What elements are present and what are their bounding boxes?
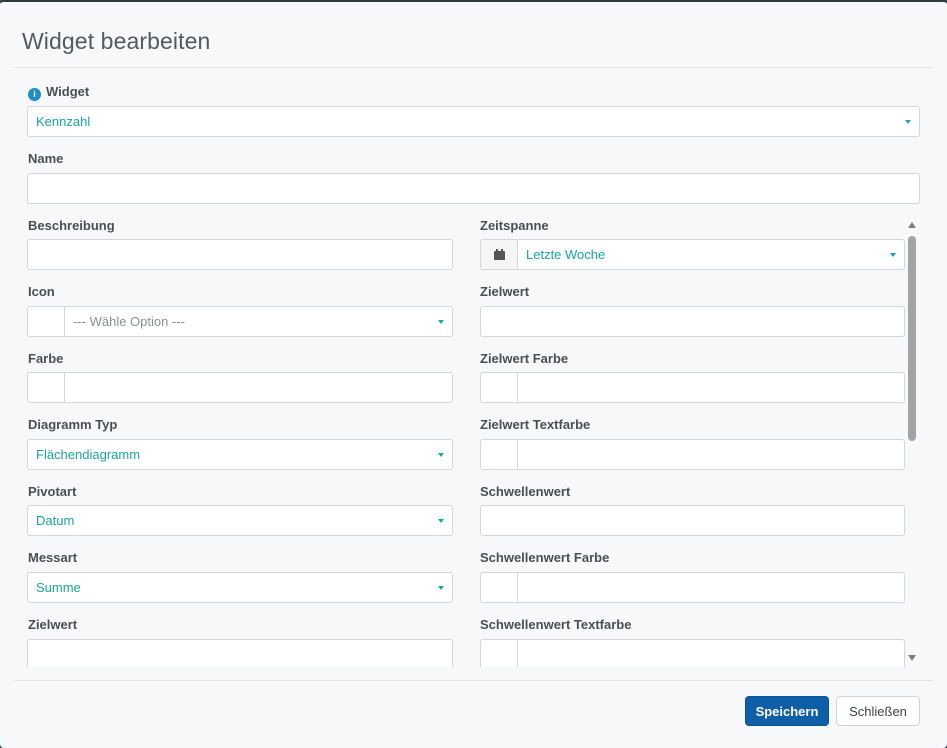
schwellenwert-input[interactable]	[480, 505, 905, 536]
zeitspanne-value: Letzte Woche	[526, 247, 606, 262]
info-icon[interactable]: i	[28, 88, 41, 101]
scrollbar-thumb[interactable]	[908, 236, 916, 441]
pivotart-value: Datum	[36, 513, 75, 528]
widget-select[interactable]: Kennzahl	[27, 106, 920, 137]
diagramm-typ-value: Flächendiagramm	[36, 447, 141, 462]
schwellenwert-label: Schwellenwert	[480, 484, 571, 499]
widget-label: i Widget	[28, 84, 89, 101]
farbe-label: Farbe	[28, 351, 64, 366]
beschreibung-input[interactable]	[27, 239, 453, 270]
messart-label: Messart	[28, 550, 78, 565]
pivotart-label: Pivotart	[28, 484, 77, 499]
chevron-down-icon	[438, 585, 444, 590]
zielwert-textfarbe-swatch[interactable]	[481, 440, 518, 469]
name-input[interactable]	[27, 173, 920, 204]
messart-value: Summe	[36, 580, 81, 595]
beschreibung-label: Beschreibung	[28, 218, 115, 233]
icon-preview	[28, 307, 65, 336]
zielwert-textfarbe-input[interactable]	[480, 439, 905, 470]
widget-label-text: Widget	[46, 84, 90, 99]
dialog-title: Widget bearbeiten	[22, 28, 211, 54]
name-label: Name	[28, 151, 64, 166]
dialog-body: i Widget Kennzahl Name Beschreibung Icon …	[27, 69, 920, 667]
schwellenwert-textfarbe-label: Schwellenwert Textfarbe	[480, 617, 632, 632]
schwellenwert-farbe-label: Schwellenwert Farbe	[480, 550, 610, 565]
chevron-down-icon	[438, 452, 444, 457]
zielwert-farbe-label: Zielwert Farbe	[480, 351, 569, 366]
zielwert-textfarbe-label: Zielwert Textfarbe	[480, 417, 591, 432]
calendar-icon	[481, 240, 518, 269]
schwellenwert-farbe-input[interactable]	[480, 572, 905, 603]
close-button[interactable]: Schließen	[836, 696, 920, 726]
schwellenwert-textfarbe-input[interactable]	[480, 639, 905, 667]
pivotart-select[interactable]: Datum	[27, 505, 453, 536]
scroll-down-arrow-icon[interactable]	[908, 655, 916, 661]
diagramm-typ-label: Diagramm Typ	[28, 417, 118, 432]
zielwert-farbe-input[interactable]	[480, 372, 905, 403]
chevron-down-icon	[890, 252, 896, 257]
messart-select[interactable]: Summe	[27, 572, 453, 603]
dialog-header: Widget bearbeiten	[14, 2, 933, 68]
farbe-color-swatch[interactable]	[28, 373, 65, 402]
zielwert-left-label: Zielwert	[28, 617, 78, 632]
icon-label: Icon	[28, 284, 55, 299]
farbe-input[interactable]	[27, 372, 453, 403]
icon-select-placeholder: --- Wähle Option ---	[73, 314, 185, 329]
schwellenwert-textfarbe-swatch[interactable]	[481, 640, 518, 667]
save-button[interactable]: Speichern	[745, 696, 829, 726]
zielwert-input[interactable]	[480, 306, 905, 337]
edit-widget-dialog: Widget bearbeiten i Widget Kennzahl Name …	[0, 0, 947, 748]
zielwert-label: Zielwert	[480, 284, 530, 299]
icon-select[interactable]: --- Wähle Option ---	[27, 306, 453, 337]
schwellenwert-farbe-swatch[interactable]	[481, 573, 518, 602]
zeitspanne-label: Zeitspanne	[480, 218, 549, 233]
widget-select-value: Kennzahl	[36, 114, 91, 129]
chevron-down-icon	[438, 518, 444, 523]
zeitspanne-select[interactable]: Letzte Woche	[480, 239, 905, 270]
zielwert-left-input[interactable]	[27, 639, 453, 667]
body-scrollbar[interactable]	[906, 222, 918, 667]
zielwert-farbe-swatch[interactable]	[481, 373, 518, 402]
diagramm-typ-select[interactable]: Flächendiagramm	[27, 439, 453, 470]
dialog-footer: Speichern Schließen	[14, 680, 933, 748]
scroll-up-arrow-icon[interactable]	[908, 222, 916, 228]
chevron-down-icon	[905, 119, 911, 124]
chevron-down-icon	[438, 319, 444, 324]
